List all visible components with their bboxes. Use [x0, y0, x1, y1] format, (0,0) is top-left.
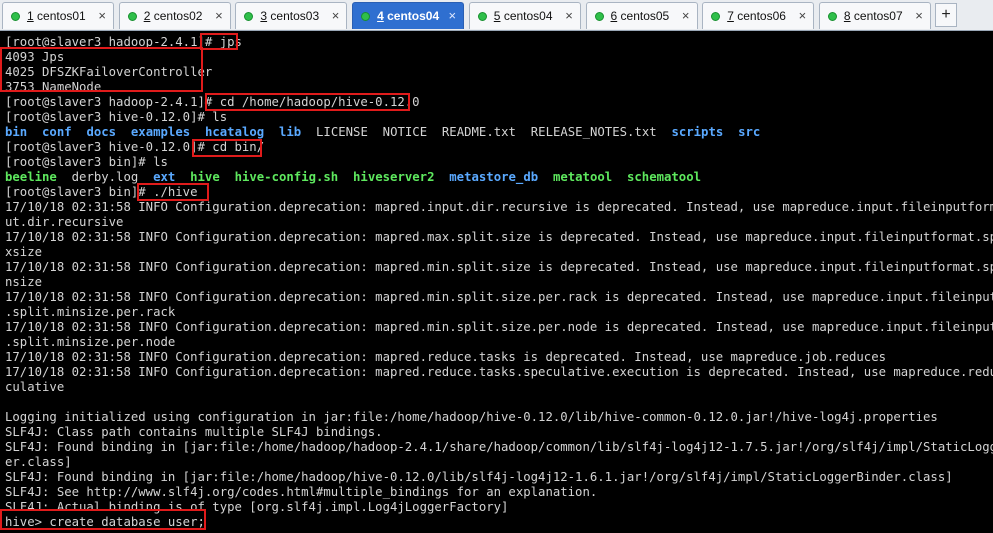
terminal-line: 17/10/18 02:31:58 INFO Configuration.dep… — [5, 230, 993, 244]
highlight-jps-command — [200, 33, 238, 50]
terminal-line: SLF4J: Found binding in [jar:file:/home/… — [5, 440, 993, 454]
tab-1[interactable]: 1 centos01 × — [2, 2, 114, 29]
highlight-create-database — [0, 509, 206, 530]
executable-entry: metatool — [552, 170, 613, 184]
tab-label: 5 centos04 — [493, 9, 553, 23]
ls-output-hive-dir: bin conf docs examples hcatalog lib LICE… — [5, 125, 760, 140]
tab-5[interactable]: 5 centos04 × — [468, 2, 581, 29]
directory-entry: lib — [279, 125, 302, 139]
terminal-line: er.class] — [5, 455, 72, 469]
terminal-line: Logging initialized using configuration … — [5, 410, 938, 424]
terminal-line: 17/10/18 02:31:58 INFO Configuration.dep… — [5, 200, 993, 214]
tab-4[interactable]: 4 centos04 × — [352, 2, 465, 29]
close-tab-icon[interactable]: × — [682, 8, 690, 23]
terminal-line: SLF4J: Class path contains multiple SLF4… — [5, 425, 383, 439]
connected-status-icon — [711, 12, 721, 21]
terminal-line: xsize — [5, 245, 43, 259]
ls-output-bin-dir: beeline derby.log ext hive hive-config.s… — [5, 170, 701, 185]
terminal-line: ut.dir.recursive — [5, 215, 124, 229]
terminal-line: .split.minsize.per.rack — [5, 305, 176, 319]
close-tab-icon[interactable]: × — [799, 8, 807, 23]
close-tab-icon[interactable]: × — [215, 8, 223, 23]
highlight-jps-output — [0, 47, 203, 92]
directory-entry: src — [738, 125, 761, 139]
connected-status-icon — [244, 12, 254, 21]
directory-entry: bin — [5, 125, 28, 139]
executable-entry: hive-config.sh — [234, 170, 339, 184]
directory-entry: docs — [86, 125, 117, 139]
close-tab-icon[interactable]: × — [915, 8, 923, 23]
highlight-cd-hive-command — [205, 93, 410, 111]
connected-status-icon — [127, 12, 137, 21]
terminal-line: [root@slaver3 bin]# ls — [5, 155, 168, 169]
tab-label: 4 centos04 — [377, 9, 440, 23]
tab-label: 2 centos02 — [143, 9, 203, 23]
executable-entry: hive — [190, 170, 220, 184]
file-entry: derby.log — [71, 170, 139, 184]
executable-entry: hiveserver2 — [353, 170, 435, 184]
terminal-line: 17/10/18 02:31:58 INFO Configuration.dep… — [5, 320, 993, 334]
highlight-hive-command — [137, 183, 209, 201]
tab-8[interactable]: 8 centos07 × — [818, 2, 931, 29]
tab-3[interactable]: 3 centos03 × — [235, 2, 348, 29]
tab-label: 3 centos03 — [260, 9, 320, 23]
terminal-line: SLF4J: See http://www.slf4j.org/codes.ht… — [5, 485, 598, 499]
terminal-line: 17/10/18 02:31:58 INFO Configuration.dep… — [5, 290, 993, 304]
directory-entry: metastore_db — [449, 170, 539, 184]
terminal-output[interactable]: hive> create database user; SLF4J: Actual… — [0, 31, 993, 533]
terminal-line: culative — [5, 380, 65, 394]
file-entry: RELEASE_NOTES.txt — [530, 125, 657, 139]
executable-entry: schematool — [626, 170, 702, 184]
terminal-line: .split.minsize.per.node — [5, 335, 176, 349]
terminal-line: [root@slaver3 hive-0.12.0]# ls — [5, 110, 228, 124]
terminal-line: 17/10/18 02:31:58 INFO Configuration.dep… — [5, 350, 886, 364]
terminal-line: 17/10/18 02:31:58 INFO Configuration.dep… — [5, 365, 993, 379]
tab-bar: 1 centos01 × 2 centos02 × 3 centos03 × 4 cento… — [0, 0, 993, 31]
tab-2[interactable]: 2 centos02 × — [118, 2, 231, 29]
tab-label: 1 centos01 — [27, 9, 86, 23]
highlight-cd-bin-command — [192, 139, 262, 157]
close-tab-icon[interactable]: × — [332, 8, 340, 23]
new-tab-button[interactable]: + — [935, 3, 957, 27]
connected-status-icon — [477, 12, 487, 21]
directory-entry: scripts — [671, 125, 724, 139]
connected-status-icon — [827, 12, 837, 21]
tab-label: 8 centos07 — [843, 9, 903, 23]
close-tab-icon[interactable]: × — [98, 8, 106, 23]
connected-status-icon — [11, 12, 20, 21]
directory-entry: hcatalog — [204, 125, 265, 139]
terminal-line: 17/10/18 02:31:58 INFO Configuration.dep… — [5, 260, 993, 274]
tab-label: 7 centos06 — [727, 9, 786, 23]
terminal-line: nsize — [5, 275, 43, 289]
connected-status-icon — [361, 12, 371, 21]
executable-entry: beeline — [5, 170, 57, 184]
connected-status-icon — [594, 12, 604, 21]
close-tab-icon[interactable]: × — [565, 8, 573, 23]
tab-label: 6 centos05 — [610, 9, 670, 23]
directory-entry: ext — [153, 170, 176, 184]
close-tab-icon[interactable]: × — [449, 8, 457, 23]
tab-7[interactable]: 7 centos06 × — [702, 2, 815, 29]
directory-entry: conf — [42, 125, 72, 139]
file-entry: README.txt — [441, 125, 516, 139]
file-entry: LICENSE — [316, 125, 368, 139]
terminal-line: SLF4J: Found binding in [jar:file:/home/… — [5, 470, 953, 484]
directory-entry: examples — [130, 125, 191, 139]
tab-6[interactable]: 6 centos05 × — [585, 2, 698, 29]
file-entry: NOTICE — [382, 125, 428, 139]
